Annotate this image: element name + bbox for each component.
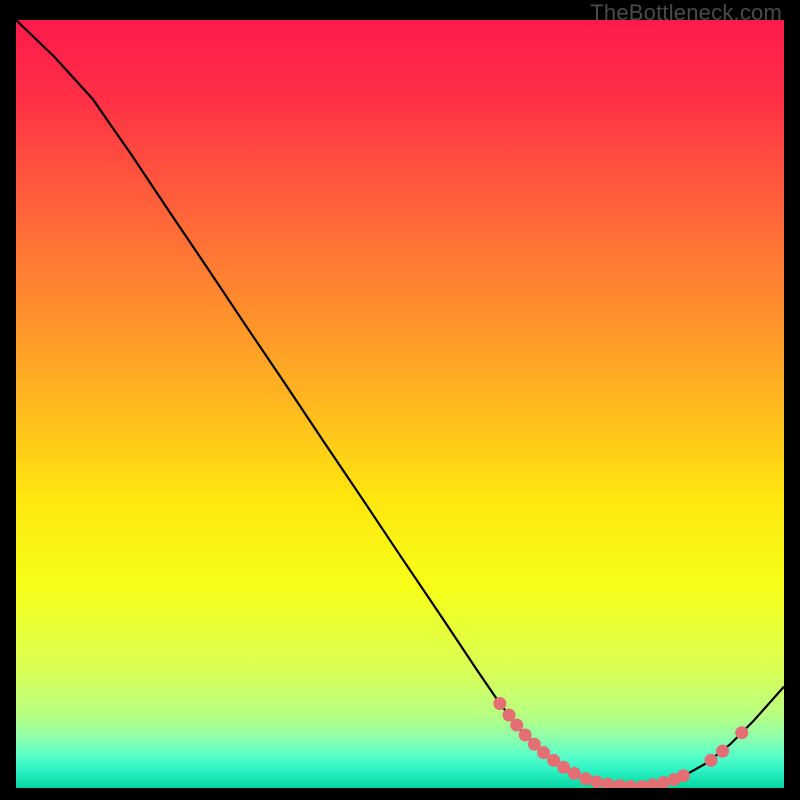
data-marker (568, 767, 581, 780)
data-marker (716, 745, 729, 758)
gradient-background (16, 20, 784, 788)
data-marker (705, 754, 718, 767)
bottleneck-chart (16, 20, 784, 788)
data-marker (510, 719, 523, 732)
data-marker (493, 697, 506, 710)
data-marker (677, 769, 690, 782)
chart-frame (16, 20, 784, 788)
data-marker (590, 775, 603, 788)
data-marker (735, 726, 748, 739)
watermark-text: TheBottleneck.com (590, 0, 782, 26)
data-marker (519, 729, 532, 742)
